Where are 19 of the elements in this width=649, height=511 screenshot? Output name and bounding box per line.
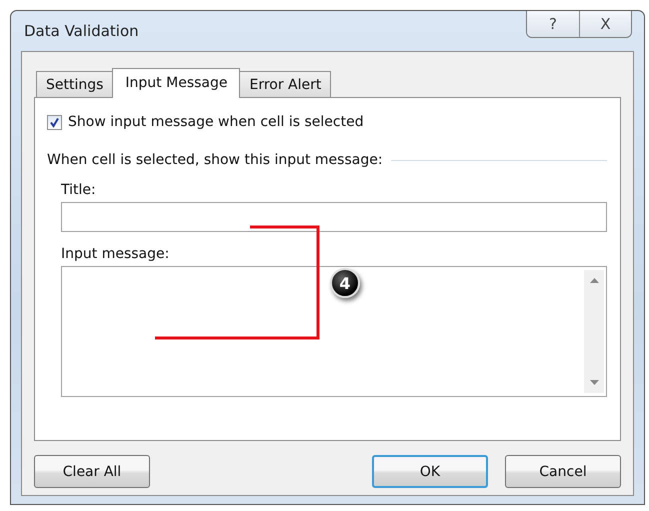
title-input-field[interactable]: [61, 202, 607, 232]
cancel-button[interactable]: Cancel: [505, 455, 621, 488]
field-label: Title:: [61, 182, 96, 198]
group-label: When cell is selected, show this input message:: [47, 152, 383, 168]
message-text-area[interactable]: [61, 266, 607, 397]
scroll-up-arrow-icon[interactable]: [590, 278, 598, 283]
field-label: Input message:: [61, 246, 170, 262]
checkbox[interactable]: [47, 114, 62, 130]
tab[interactable]: Input Message: [112, 68, 240, 98]
help-button[interactable]: ?: [527, 11, 579, 37]
scroll-down-arrow-icon[interactable]: [590, 380, 598, 385]
tab[interactable]: Settings: [36, 71, 114, 97]
close-button[interactable]: X: [579, 11, 631, 37]
window-title: Data Validation: [24, 22, 139, 40]
tab[interactable]: Error Alert: [239, 71, 332, 97]
checkbox-label: Show input message when cell is selected: [68, 114, 364, 130]
scrollbar[interactable]: [584, 270, 604, 393]
clear-all-button[interactable]: Clear All: [34, 455, 150, 488]
ok-button[interactable]: OK: [372, 455, 488, 488]
